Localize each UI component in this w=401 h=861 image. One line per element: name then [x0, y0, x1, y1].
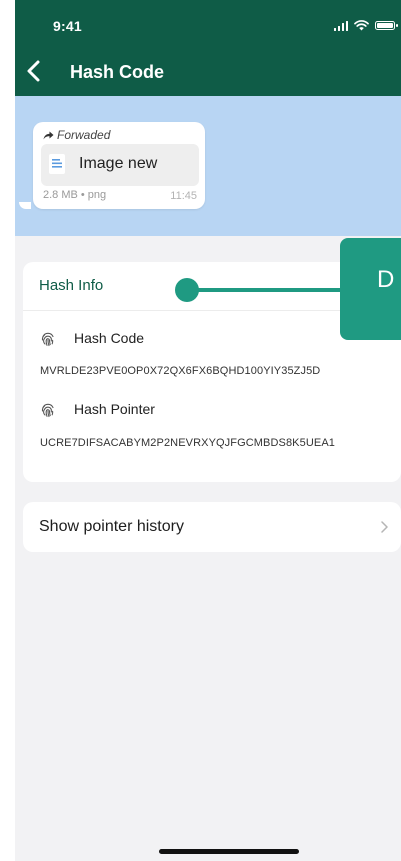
hash-pointer-label: Hash Pointer — [74, 401, 155, 417]
annotation-line — [186, 288, 342, 292]
hash-info-title: Hash Info — [39, 277, 104, 294]
back-arrow-icon[interactable] — [23, 58, 47, 84]
message-preview: Forwaded Image new 2.8 MB • png 11:45 — [15, 96, 401, 236]
forwarded-text: Forwaded — [57, 128, 111, 142]
forward-icon — [43, 131, 54, 139]
file-attachment[interactable]: Image new — [41, 144, 199, 186]
annotation-dot — [175, 278, 199, 302]
hash-pointer-value[interactable]: UCRE7DIFSACABYM2P2NEVRXYQJFGCMBDS8K5UEA1 — [40, 437, 335, 449]
header-bar: 9:41 Hash Code — [15, 0, 401, 96]
message-bubble[interactable]: Forwaded Image new 2.8 MB • png 11:45 — [33, 122, 205, 209]
bubble-tail — [19, 202, 31, 209]
hash-code-label: Hash Code — [74, 330, 145, 346]
file-meta: 2.8 MB • png — [43, 189, 107, 201]
chevron-right-icon — [381, 521, 388, 533]
hash-code-value[interactable]: MVRLDE23PVE0OP0X72QX6FX6BQHD100YIY35ZJ5D — [40, 365, 320, 377]
annotation-callout: D — [340, 238, 401, 340]
status-time: 9:41 — [53, 18, 82, 34]
phone-screen: 9:41 Hash Code Forwaded Image new 2.8 MB… — [15, 0, 401, 861]
status-icons — [333, 20, 398, 31]
show-pointer-history-button[interactable]: Show pointer history — [23, 502, 401, 552]
wifi-icon — [354, 20, 369, 31]
home-indicator — [159, 849, 299, 854]
message-time: 11:45 — [170, 190, 197, 202]
file-name: Image new — [79, 155, 158, 172]
page-title: Hash Code — [70, 62, 165, 82]
fingerprint-icon — [41, 403, 54, 418]
fingerprint-icon — [41, 332, 54, 347]
battery-icon — [375, 21, 398, 30]
file-icon — [49, 154, 65, 174]
annotation-label: D — [377, 266, 395, 293]
signal-icon — [333, 20, 348, 31]
history-label: Show pointer history — [39, 518, 184, 535]
forwarded-label: Forwaded — [43, 128, 110, 142]
